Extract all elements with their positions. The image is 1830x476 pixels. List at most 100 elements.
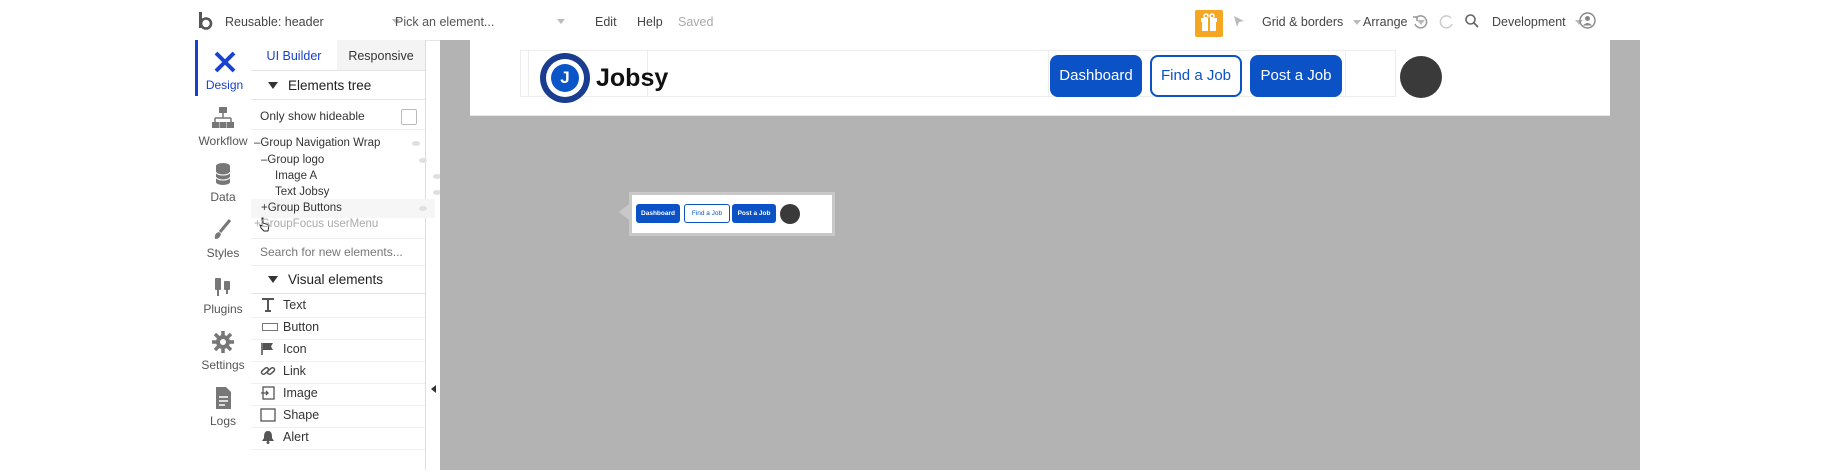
rail-label: Plugins [203, 302, 243, 316]
preview-dashboard-button: Dashboard [636, 204, 680, 223]
only-show-hideable-label: Only show hideable [260, 109, 365, 123]
database-icon [215, 163, 231, 185]
visual-element-label: Icon [283, 342, 307, 356]
bell-icon [262, 431, 274, 444]
visual-elements-header[interactable]: Visual elements [251, 265, 425, 294]
preview-avatar [780, 204, 800, 224]
flag-icon [261, 343, 273, 355]
rail-item-settings[interactable]: Settings [195, 320, 251, 376]
bubble-logo-icon[interactable] [197, 11, 213, 31]
top-bar: Reusable: header Pick an element... Edit… [195, 0, 1640, 41]
rail-item-workflow[interactable]: Workflow [195, 96, 251, 152]
preview-find-a-job-button: Find a Job [684, 204, 730, 223]
workflow-icon [212, 107, 234, 128]
triangle-down-icon [268, 276, 278, 284]
visual-element-label: Image [283, 386, 318, 400]
design-icon [214, 51, 235, 73]
search-icon[interactable] [1464, 13, 1480, 29]
eye-icon[interactable] [419, 158, 427, 163]
element-picker[interactable]: Pick an element... [395, 0, 565, 40]
tree-item-groupfocus-usermenu[interactable]: +GroupFocus userMenu [251, 215, 428, 234]
rail-item-styles[interactable]: Styles [195, 208, 251, 264]
tree-item-label: Group Navigation Wrap [260, 137, 381, 149]
visual-element-label: Alert [283, 430, 309, 444]
rail-label: Data [210, 190, 236, 204]
reusable-header-element[interactable]: J Jobsy Dashboard Find a Job Post a Job [470, 40, 1610, 116]
redo-icon[interactable] [1439, 14, 1455, 30]
collapse-panel-icon[interactable] [431, 385, 436, 393]
post-a-job-button[interactable]: Post a Job [1250, 55, 1342, 97]
tree-item-label: Group logo [267, 154, 325, 166]
rail-label: Workflow [198, 134, 248, 148]
grid-borders-label: Grid & borders [1262, 15, 1344, 29]
tree-item-label: Image A [275, 170, 318, 182]
rail-label: Settings [201, 358, 245, 372]
left-rail: Design Workflow Data Styles Plugins Sett… [195, 40, 252, 470]
image-icon [261, 386, 275, 400]
only-show-hideable-row: Only show hideable [251, 103, 425, 130]
tab-responsive[interactable]: Responsive [337, 40, 425, 70]
document-icon [216, 387, 231, 409]
rail-item-plugins[interactable]: Plugins [195, 264, 251, 320]
logo-letter: J [551, 64, 579, 92]
shape-icon [260, 408, 276, 422]
visual-elements-title: Visual elements [288, 272, 384, 287]
elements-tree-header[interactable]: Elements tree [251, 71, 425, 100]
eye-icon[interactable] [419, 206, 427, 211]
editor-canvas[interactable]: J Jobsy Dashboard Find a Job Post a Job [440, 40, 1640, 470]
chevron-down-icon [1352, 20, 1361, 26]
rail-label: Styles [206, 246, 240, 260]
arrange-label: Arrange [1363, 15, 1408, 29]
element-picker-placeholder: Pick an element... [395, 15, 495, 29]
plug-icon [215, 278, 230, 296]
rail-label: Design [205, 78, 244, 92]
tree-item-label: Text Jobsy [275, 186, 330, 198]
text-icon [262, 298, 274, 312]
tree-item-label: GroupFocus userMenu [260, 218, 379, 230]
account-icon[interactable] [1579, 12, 1596, 29]
grid-borders-menu[interactable]: Grid & borders [1262, 0, 1361, 40]
visual-element-alert[interactable]: Alert [251, 425, 425, 450]
logo-image[interactable]: J [540, 53, 590, 103]
page-selector-label: Reusable: header [225, 15, 324, 29]
rail-item-data[interactable]: Data [195, 152, 251, 208]
expand-toggle[interactable]: + [261, 202, 268, 214]
avatar[interactable] [1400, 56, 1442, 98]
bubble-editor: Reusable: header Pick an element... Edit… [195, 0, 1640, 470]
search-new-elements-input[interactable]: Search for new elements... [251, 238, 425, 266]
rail-item-design[interactable]: Design [195, 40, 251, 96]
visual-element-label: Text [283, 298, 306, 312]
dashboard-button[interactable]: Dashboard [1050, 55, 1142, 97]
environment-selector[interactable]: Development [1492, 0, 1584, 40]
eye-icon[interactable] [412, 141, 420, 146]
only-show-hideable-checkbox[interactable] [401, 109, 417, 125]
button-icon [262, 323, 278, 331]
link-icon [260, 366, 276, 376]
rail-label: Logs [209, 414, 237, 428]
triangle-down-icon [268, 82, 278, 90]
environment-label: Development [1492, 15, 1566, 29]
elements-tree-title: Elements tree [288, 78, 372, 93]
edit-menu[interactable]: Edit [595, 0, 617, 40]
visual-element-label: Link [283, 364, 306, 378]
find-a-job-button[interactable]: Find a Job [1150, 55, 1242, 97]
gear-icon [212, 331, 234, 353]
preview-pointer [619, 204, 629, 220]
page-selector[interactable]: Reusable: header [225, 0, 400, 40]
panel-tabs: UI Builder Responsive [251, 40, 425, 71]
help-menu[interactable]: Help [637, 0, 663, 40]
visual-element-label: Shape [283, 408, 320, 422]
chevron-down-icon [557, 19, 565, 24]
tree-item-label: Group Buttons [267, 202, 342, 214]
visual-element-label: Button [283, 320, 320, 334]
tab-ui-builder[interactable]: UI Builder [251, 40, 337, 70]
brand-text[interactable]: Jobsy [596, 64, 668, 93]
preview-post-a-job-button: Post a Job [732, 204, 776, 223]
saved-status: Saved [678, 15, 714, 29]
undo-icon[interactable] [1412, 14, 1428, 30]
brush-icon [214, 219, 232, 239]
expand-toggle[interactable]: + [254, 218, 261, 230]
rail-item-logs[interactable]: Logs [195, 376, 251, 432]
cursor-select-icon[interactable] [1232, 14, 1246, 28]
gift-icon[interactable] [1195, 10, 1223, 37]
